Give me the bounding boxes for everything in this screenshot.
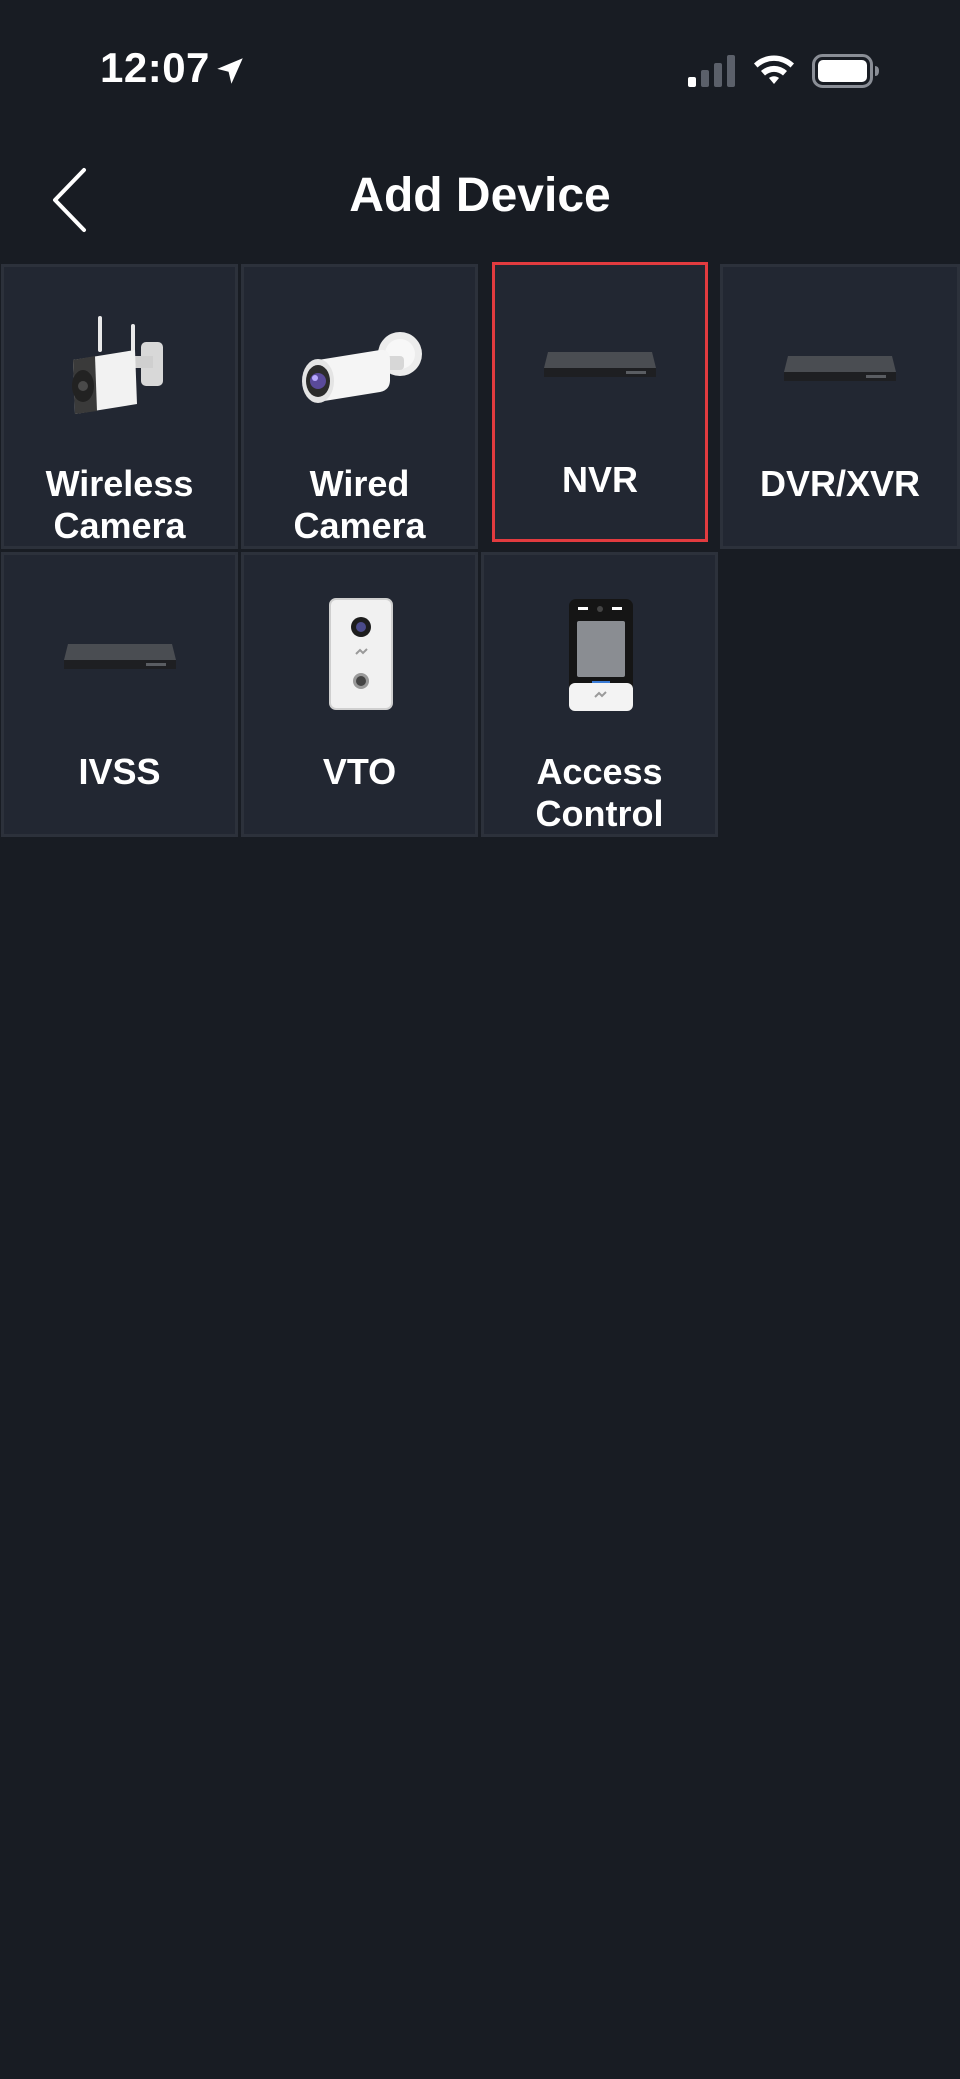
cellular-signal-icon — [688, 55, 735, 87]
device-label: NVR — [561, 459, 638, 500]
wired-camera-icon — [301, 332, 422, 403]
device-tile-wired-camera[interactable]: Wired Camera — [241, 264, 478, 549]
nvr-icon — [544, 352, 656, 377]
device-label: Wireless Camera — [45, 463, 194, 546]
device-label: DVR/XVR — [759, 463, 921, 504]
device-tile-wireless-camera[interactable]: Wireless Camera — [1, 264, 238, 549]
device-label: IVSS — [78, 751, 161, 792]
ivss-icon — [63, 644, 176, 669]
wireless-camera-icon — [71, 316, 163, 414]
page-title: Add Device — [349, 169, 611, 222]
device-tile-dvr-xvr[interactable]: DVR/XVR — [720, 264, 960, 549]
status-bar: 12:07 — [0, 0, 960, 140]
add-device-screen: 12:07 Add Device Wireless Camera Wired C… — [0, 0, 960, 2079]
device-tile-vto[interactable]: VTO — [241, 552, 478, 837]
dvr-xvr-icon — [784, 356, 896, 381]
battery-icon — [812, 54, 879, 88]
device-tile-nvr[interactable]: NVR — [492, 262, 708, 542]
wifi-icon — [754, 55, 794, 84]
device-label: Access Control — [535, 751, 664, 834]
device-tile-access-control[interactable]: Access Control — [481, 552, 718, 837]
nav-header: Add Device — [0, 140, 960, 260]
location-arrow-icon — [217, 58, 243, 84]
device-label: VTO — [322, 751, 397, 792]
vto-icon — [328, 598, 393, 710]
access-control-icon — [568, 599, 633, 711]
device-tile-ivss[interactable]: IVSS — [1, 552, 238, 837]
status-time: 12:07 — [100, 44, 210, 91]
device-label: Wired Camera — [293, 463, 426, 546]
